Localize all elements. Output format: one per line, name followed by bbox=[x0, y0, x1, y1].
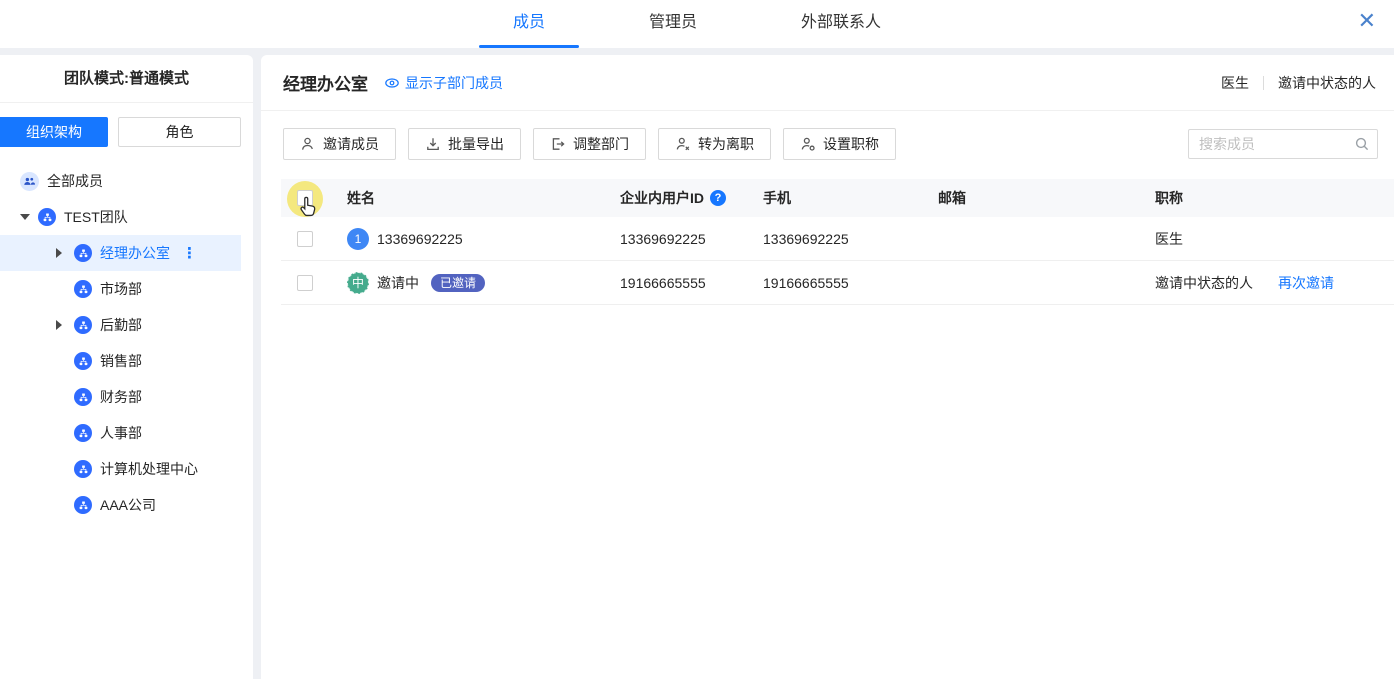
tree-item-label: AAA公司 bbox=[100, 495, 156, 515]
member-title: 邀请中状态的人 bbox=[1155, 273, 1278, 293]
invited-status-badge: 已邀请 bbox=[431, 274, 485, 292]
department-icon bbox=[74, 352, 92, 370]
set-title-button[interactable]: 设置职称 bbox=[783, 128, 896, 160]
tree-item-label: 财务部 bbox=[100, 387, 142, 407]
org-sidebar: 团队模式:普通模式 组织架构 角色 全部成员 bbox=[0, 55, 253, 679]
row-checkbox[interactable] bbox=[297, 275, 313, 291]
move-out-icon bbox=[550, 136, 566, 152]
tree-item-finance[interactable]: 财务部 bbox=[0, 379, 253, 415]
caret-down-icon[interactable] bbox=[20, 214, 30, 220]
tree-item-all-members[interactable]: 全部成员 bbox=[0, 163, 253, 199]
department-icon bbox=[38, 208, 56, 226]
department-icon bbox=[74, 424, 92, 442]
search-icon[interactable] bbox=[1354, 136, 1370, 152]
user-remove-icon bbox=[675, 136, 691, 152]
tab-admins[interactable]: 管理员 bbox=[615, 0, 731, 48]
row-checkbox[interactable] bbox=[297, 231, 313, 247]
tree-item-computer-center[interactable]: 计算机处理中心 bbox=[0, 451, 253, 487]
caret-right-icon[interactable] bbox=[56, 248, 62, 258]
tree-item-label: TEST团队 bbox=[64, 207, 128, 227]
tree-item-test-team[interactable]: TEST团队 bbox=[0, 199, 253, 235]
member-title: 医生 bbox=[1155, 229, 1278, 249]
tree-item-hr[interactable]: 人事部 bbox=[0, 415, 253, 451]
button-label: 设置职称 bbox=[823, 134, 879, 154]
tree-item-aaa-company[interactable]: AAA公司 bbox=[0, 487, 253, 523]
help-icon[interactable]: ? bbox=[710, 190, 726, 206]
tree-item-marketing[interactable]: 市场部 bbox=[0, 271, 253, 307]
sidebar-toggle: 组织架构 角色 bbox=[0, 103, 253, 163]
user-add-icon bbox=[300, 136, 316, 152]
download-icon bbox=[425, 136, 441, 152]
tree-item-label: 计算机处理中心 bbox=[100, 459, 198, 479]
tab-members[interactable]: 成员 bbox=[479, 0, 579, 48]
member-name: 13369692225 bbox=[377, 231, 463, 247]
tree-item-manager-office[interactable]: 经理办公室 ⋮ bbox=[0, 235, 241, 271]
adjust-department-button[interactable]: 调整部门 bbox=[533, 128, 646, 160]
members-icon bbox=[20, 172, 39, 191]
member-table: 姓名 企业内用户ID ? 手机 邮箱 职称 1 13369692225 bbox=[281, 179, 1394, 305]
reinvite-link[interactable]: 再次邀请 bbox=[1278, 275, 1334, 291]
department-icon bbox=[74, 496, 92, 514]
tree-item-label: 人事部 bbox=[100, 423, 142, 443]
button-label: 邀请成员 bbox=[323, 134, 379, 154]
department-icon bbox=[74, 388, 92, 406]
tab-external-contacts[interactable]: 外部联系人 bbox=[767, 0, 915, 48]
member-phone: 13369692225 bbox=[763, 231, 938, 247]
team-mode-label: 团队模式:普通模式 bbox=[0, 55, 253, 103]
column-header-phone: 手机 bbox=[763, 188, 938, 208]
department-icon bbox=[74, 244, 92, 262]
filter-divider bbox=[1263, 76, 1264, 90]
button-label: 调整部门 bbox=[573, 134, 629, 154]
tree-item-label: 全部成员 bbox=[47, 171, 103, 191]
show-subdepartment-label: 显示子部门成员 bbox=[405, 73, 503, 93]
button-label: 批量导出 bbox=[448, 134, 504, 154]
invite-member-button[interactable]: 邀请成员 bbox=[283, 128, 396, 160]
table-header: 姓名 企业内用户ID ? 手机 邮箱 职称 bbox=[281, 179, 1394, 217]
tree-item-label: 后勤部 bbox=[100, 315, 142, 335]
member-user-id: 13369692225 bbox=[620, 231, 763, 247]
column-header-user-id: 企业内用户ID bbox=[620, 188, 704, 208]
top-tab-bar: 成员 管理员 外部联系人 ✕ bbox=[0, 0, 1394, 48]
member-panel: 经理办公室 显示子部门成员 医生 邀请中状态的人 邀请成员 bbox=[261, 55, 1394, 679]
tree-item-label: 销售部 bbox=[100, 351, 142, 371]
department-icon bbox=[74, 280, 92, 298]
batch-export-button[interactable]: 批量导出 bbox=[408, 128, 521, 160]
department-icon bbox=[74, 460, 92, 478]
role-button[interactable]: 角色 bbox=[118, 117, 241, 147]
cursor-hand-icon bbox=[298, 195, 320, 219]
tree-item-logistics[interactable]: 后勤部 bbox=[0, 307, 253, 343]
filter-doctor[interactable]: 医生 bbox=[1221, 73, 1249, 93]
caret-right-icon[interactable] bbox=[56, 320, 62, 330]
filter-inviting[interactable]: 邀请中状态的人 bbox=[1278, 73, 1376, 93]
tree-item-label: 市场部 bbox=[100, 279, 142, 299]
set-resigned-button[interactable]: 转为离职 bbox=[658, 128, 771, 160]
table-row: 中 邀请中 已邀请 19166665555 19166665555 邀请中状态的… bbox=[281, 261, 1394, 305]
user-gear-icon bbox=[800, 136, 816, 152]
page-title: 经理办公室 bbox=[283, 70, 368, 95]
tree-item-label: 经理办公室 bbox=[100, 243, 170, 263]
search-input[interactable] bbox=[1188, 129, 1378, 159]
tree-item-sales[interactable]: 销售部 bbox=[0, 343, 253, 379]
button-label: 转为离职 bbox=[698, 134, 754, 154]
more-menu-icon[interactable]: ⋮ bbox=[182, 244, 197, 262]
department-tree: 全部成员 TEST团队 bbox=[0, 163, 253, 523]
org-structure-button[interactable]: 组织架构 bbox=[0, 117, 108, 147]
member-user-id: 19166665555 bbox=[620, 275, 763, 291]
avatar: 1 bbox=[347, 228, 369, 250]
department-icon bbox=[74, 316, 92, 334]
tab-group: 成员 管理员 外部联系人 bbox=[479, 0, 915, 48]
column-header-name: 姓名 bbox=[347, 188, 620, 208]
show-subdepartment-link[interactable]: 显示子部门成员 bbox=[384, 73, 503, 93]
column-header-email: 邮箱 bbox=[938, 188, 1155, 208]
eye-icon bbox=[384, 75, 400, 91]
member-name: 邀请中 bbox=[377, 273, 419, 293]
member-phone: 19166665555 bbox=[763, 275, 938, 291]
avatar: 中 bbox=[347, 272, 369, 294]
column-header-title: 职称 bbox=[1155, 188, 1278, 208]
close-icon[interactable]: ✕ bbox=[1358, 10, 1376, 32]
table-row: 1 13369692225 13369692225 13369692225 医生 bbox=[281, 217, 1394, 261]
